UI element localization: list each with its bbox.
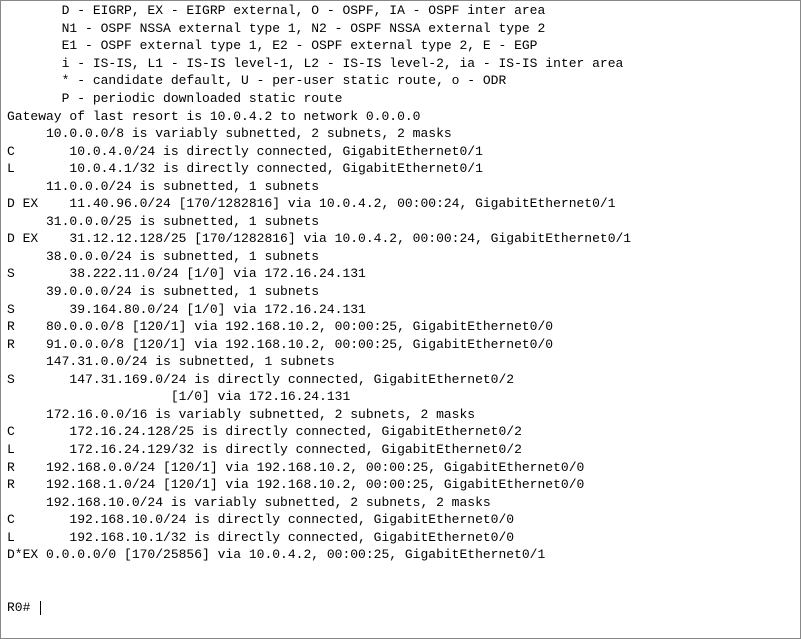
output-line: * - candidate default, U - per-user stat… [7,72,794,90]
output-line: Gateway of last resort is 10.0.4.2 to ne… [7,108,794,126]
prompt-text: R0# [7,599,38,617]
output-line: E1 - OSPF external type 1, E2 - OSPF ext… [7,37,794,55]
output-line: [1/0] via 172.16.24.131 [7,388,794,406]
output-line: R 192.168.0.0/24 [120/1] via 192.168.10.… [7,459,794,477]
prompt-line[interactable]: R0# [7,599,794,617]
output-line: R 91.0.0.0/8 [120/1] via 192.168.10.2, 0… [7,336,794,354]
output-line: D EX 11.40.96.0/24 [170/1282816] via 10.… [7,195,794,213]
output-line: D*EX 0.0.0.0/0 [170/25856] via 10.0.4.2,… [7,546,794,564]
output-line: R 192.168.1.0/24 [120/1] via 192.168.10.… [7,476,794,494]
output-line: 10.0.0.0/8 is variably subnetted, 2 subn… [7,125,794,143]
output-line: D EX 31.12.12.128/25 [170/1282816] via 1… [7,230,794,248]
output-line: C 10.0.4.0/24 is directly connected, Gig… [7,143,794,161]
output-line: R 80.0.0.0/8 [120/1] via 192.168.10.2, 0… [7,318,794,336]
terminal-output[interactable]: R0>R0>enR0#show ip routeCodes: L - local… [1,1,800,638]
output-line: 172.16.0.0/16 is variably subnetted, 2 s… [7,406,794,424]
output-line: C 172.16.24.128/25 is directly connected… [7,423,794,441]
output-line: i - IS-IS, L1 - IS-IS level-1, L2 - IS-I… [7,55,794,73]
output-line: 11.0.0.0/24 is subnetted, 1 subnets [7,178,794,196]
output-line: D - EIGRP, EX - EIGRP external, O - OSPF… [7,2,794,20]
output-line: N1 - OSPF NSSA external type 1, N2 - OSP… [7,20,794,38]
output-lines: R0>R0>enR0#show ip routeCodes: L - local… [7,1,794,564]
output-line: S 38.222.11.0/24 [1/0] via 172.16.24.131 [7,265,794,283]
output-line: L 10.0.4.1/32 is directly connected, Gig… [7,160,794,178]
output-line: 147.31.0.0/24 is subnetted, 1 subnets [7,353,794,371]
output-line: S 147.31.169.0/24 is directly connected,… [7,371,794,389]
output-line: C 192.168.10.0/24 is directly connected,… [7,511,794,529]
output-line: 31.0.0.0/25 is subnetted, 1 subnets [7,213,794,231]
output-line: 38.0.0.0/24 is subnetted, 1 subnets [7,248,794,266]
output-line: 39.0.0.0/24 is subnetted, 1 subnets [7,283,794,301]
output-line: 192.168.10.0/24 is variably subnetted, 2… [7,494,794,512]
output-line: L 172.16.24.129/32 is directly connected… [7,441,794,459]
output-line: L 192.168.10.1/32 is directly connected,… [7,529,794,547]
output-line: S 39.164.80.0/24 [1/0] via 172.16.24.131 [7,301,794,319]
cursor [40,601,41,615]
output-line: P - periodic downloaded static route [7,90,794,108]
